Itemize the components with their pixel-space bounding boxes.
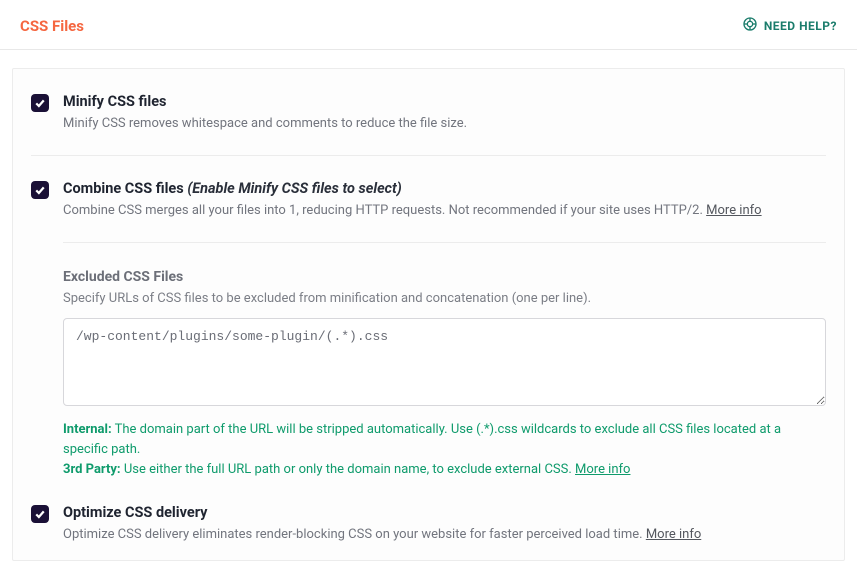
combine-desc: Combine CSS merges all your files into 1… bbox=[63, 203, 826, 218]
minify-desc: Minify CSS removes whitespace and commen… bbox=[63, 116, 826, 131]
excluded-notice: Internal: The domain part of the URL wil… bbox=[63, 420, 826, 480]
excluded-css-textarea[interactable] bbox=[63, 318, 826, 406]
option-combine-css: Combine CSS files (Enable Minify CSS fil… bbox=[31, 155, 826, 218]
notice-internal-text: The domain part of the URL will be strip… bbox=[63, 422, 781, 457]
option-minify-css: Minify CSS files Minify CSS removes whit… bbox=[31, 69, 826, 131]
minify-css-checkbox[interactable] bbox=[31, 94, 49, 112]
settings-panel: Minify CSS files Minify CSS removes whit… bbox=[12, 68, 845, 561]
optimize-css-checkbox[interactable] bbox=[31, 505, 49, 523]
need-help-link[interactable]: NEED HELP? bbox=[742, 16, 837, 35]
excluded-more-info-link[interactable]: More info bbox=[575, 462, 630, 477]
option-optimize-css: Optimize CSS delivery Optimize CSS deliv… bbox=[31, 480, 826, 542]
panel-title: CSS Files bbox=[20, 17, 84, 35]
optimize-more-info-link[interactable]: More info bbox=[646, 527, 701, 542]
help-icon bbox=[742, 16, 758, 35]
combine-more-info-link[interactable]: More info bbox=[706, 203, 761, 218]
optimize-title: Optimize CSS delivery bbox=[63, 504, 826, 521]
excluded-desc: Specify URLs of CSS files to be excluded… bbox=[63, 291, 826, 306]
notice-3rd-text: Use either the full URL path or only the… bbox=[124, 462, 572, 477]
help-label: NEED HELP? bbox=[764, 19, 837, 33]
combine-css-checkbox[interactable] bbox=[31, 181, 49, 199]
combine-title: Combine CSS files (Enable Minify CSS fil… bbox=[63, 180, 826, 197]
notice-3rd-label: 3rd Party: bbox=[63, 462, 121, 477]
panel-header: CSS Files NEED HELP? bbox=[0, 0, 857, 50]
combine-hint: (Enable Minify CSS files to select) bbox=[187, 180, 401, 197]
excluded-css-block: Excluded CSS Files Specify URLs of CSS f… bbox=[63, 242, 826, 480]
optimize-desc: Optimize CSS delivery eliminates render-… bbox=[63, 527, 826, 542]
minify-title: Minify CSS files bbox=[63, 93, 826, 110]
excluded-title: Excluded CSS Files bbox=[63, 269, 826, 285]
notice-internal-label: Internal: bbox=[63, 422, 112, 437]
